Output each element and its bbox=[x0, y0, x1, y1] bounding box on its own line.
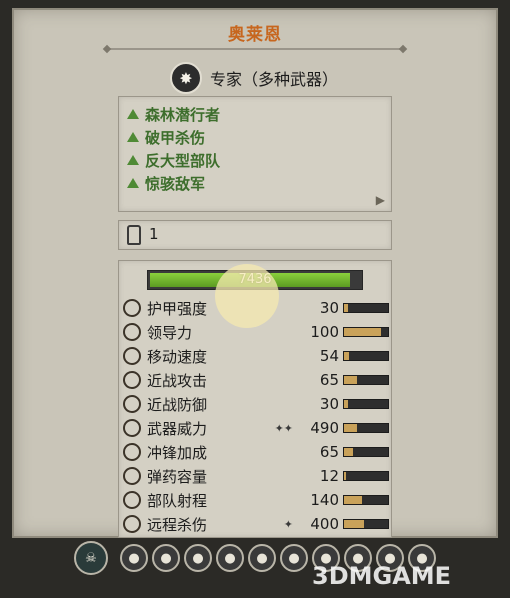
stat-bar-fill bbox=[344, 328, 382, 336]
ability-label: 森林潜行者 bbox=[145, 105, 221, 124]
stat-bar-fill bbox=[344, 352, 350, 360]
watermark-text: 3DMGAME bbox=[312, 562, 452, 590]
stat-row[interactable]: 近战攻击 65 bbox=[123, 369, 389, 391]
melee-defence-icon bbox=[123, 395, 141, 413]
attr-icon-5[interactable]: ● bbox=[248, 544, 276, 572]
ability-label: 破甲杀伤 bbox=[145, 128, 206, 147]
stat-value: 490 bbox=[310, 419, 339, 437]
triangle-up-icon bbox=[127, 178, 139, 188]
stat-bar-fill bbox=[344, 424, 358, 432]
attr-icon-1[interactable]: ● bbox=[120, 544, 148, 572]
stat-value: 65 bbox=[319, 371, 339, 389]
armor-icon bbox=[123, 299, 141, 317]
range-icon bbox=[123, 491, 141, 509]
stat-row[interactable]: 远程杀伤 ✦ 400 bbox=[123, 513, 389, 535]
stat-bar bbox=[343, 519, 389, 529]
stat-bar bbox=[343, 471, 389, 481]
attr-icon-3[interactable]: ● bbox=[184, 544, 212, 572]
triangle-up-icon bbox=[127, 155, 139, 165]
stat-row[interactable]: 部队射程 140 bbox=[123, 489, 389, 511]
missile-damage-icon bbox=[123, 515, 141, 533]
title-divider bbox=[110, 48, 400, 50]
unit-card-frame: 奥莱恩 ✸ 专家（多种武器） 森林潜行者 破甲杀伤 反大型部队 惊骇敌军 ▶ 1… bbox=[0, 0, 510, 598]
star-burst-icon: ✸ bbox=[170, 62, 202, 94]
stat-bar bbox=[343, 327, 389, 337]
attr-icon-6[interactable]: ● bbox=[280, 544, 308, 572]
stat-bar-fill bbox=[344, 448, 353, 456]
attr-icon-2[interactable]: ● bbox=[152, 544, 180, 572]
rank-panel[interactable]: 1 bbox=[118, 220, 392, 250]
stat-modifier: ✦ bbox=[283, 517, 293, 531]
stat-label: 武器威力 bbox=[147, 419, 208, 438]
triangle-up-icon bbox=[127, 132, 139, 142]
stat-row[interactable]: 移动速度 54 bbox=[123, 345, 389, 367]
rank-icon bbox=[127, 225, 141, 245]
stat-label: 远程杀伤 bbox=[147, 515, 208, 534]
ammunition-icon bbox=[123, 467, 141, 485]
abilities-panel: 森林潜行者 破甲杀伤 反大型部队 惊骇敌军 ▶ bbox=[118, 96, 392, 212]
stat-label: 冲锋加成 bbox=[147, 443, 208, 462]
stat-modifier: ✦✦ bbox=[274, 421, 293, 435]
stat-row[interactable]: 弹药容量 12 bbox=[123, 465, 389, 487]
stat-bar-fill bbox=[344, 472, 347, 480]
stat-bar-fill bbox=[344, 496, 362, 504]
ability-item[interactable]: 惊骇敌军 bbox=[127, 172, 205, 194]
speed-icon bbox=[123, 347, 141, 365]
ability-label: 反大型部队 bbox=[145, 151, 221, 170]
stat-value: 100 bbox=[310, 323, 339, 341]
stat-value: 30 bbox=[319, 299, 339, 317]
stat-row[interactable]: 武器威力 ✦✦ 490 bbox=[123, 417, 389, 439]
stat-value: 12 bbox=[319, 467, 339, 485]
unit-class[interactable]: ✸ 专家（多种武器） bbox=[170, 62, 338, 94]
stat-label: 近战攻击 bbox=[147, 371, 208, 390]
stat-bar bbox=[343, 375, 389, 385]
rank-value: 1 bbox=[149, 225, 159, 243]
more-abilities-icon[interactable]: ▶ bbox=[376, 193, 385, 207]
faction-skull-icon[interactable]: ☠ bbox=[74, 541, 108, 575]
ability-item[interactable]: 破甲杀伤 bbox=[127, 126, 205, 148]
stat-bar bbox=[343, 303, 389, 313]
weapon-strength-icon bbox=[123, 419, 141, 437]
melee-attack-icon bbox=[123, 371, 141, 389]
stat-bar bbox=[343, 423, 389, 433]
stat-row[interactable]: 近战防御 30 bbox=[123, 393, 389, 415]
unit-class-label: 专家（多种武器） bbox=[210, 70, 339, 89]
stat-bar-fill bbox=[344, 376, 358, 384]
stat-bar bbox=[343, 447, 389, 457]
stat-row[interactable]: 冲锋加成 65 bbox=[123, 441, 389, 463]
triangle-up-icon bbox=[127, 109, 139, 119]
leadership-icon bbox=[123, 323, 141, 341]
stat-value: 65 bbox=[319, 443, 339, 461]
stat-label: 近战防御 bbox=[147, 395, 208, 414]
watermark-mascot bbox=[215, 264, 279, 328]
stat-bar-fill bbox=[344, 400, 348, 408]
stat-bar bbox=[343, 399, 389, 409]
stat-label: 弹药容量 bbox=[147, 467, 208, 486]
attr-icon-4[interactable]: ● bbox=[216, 544, 244, 572]
ability-label: 惊骇敌军 bbox=[145, 174, 206, 193]
stat-bar-fill bbox=[344, 304, 348, 312]
charge-bonus-icon bbox=[123, 443, 141, 461]
ability-item[interactable]: 森林潜行者 bbox=[127, 103, 220, 125]
ability-item[interactable]: 反大型部队 bbox=[127, 149, 220, 171]
stat-bar-fill bbox=[344, 520, 364, 528]
stat-value: 54 bbox=[319, 347, 339, 365]
stat-bar bbox=[343, 351, 389, 361]
stat-bar bbox=[343, 495, 389, 505]
unit-name: 奥莱恩 bbox=[228, 25, 282, 45]
stat-label: 部队射程 bbox=[147, 491, 208, 510]
stat-value: 400 bbox=[310, 515, 339, 533]
stat-value: 30 bbox=[319, 395, 339, 413]
stat-label: 移动速度 bbox=[147, 347, 208, 366]
stat-value: 140 bbox=[310, 491, 339, 509]
